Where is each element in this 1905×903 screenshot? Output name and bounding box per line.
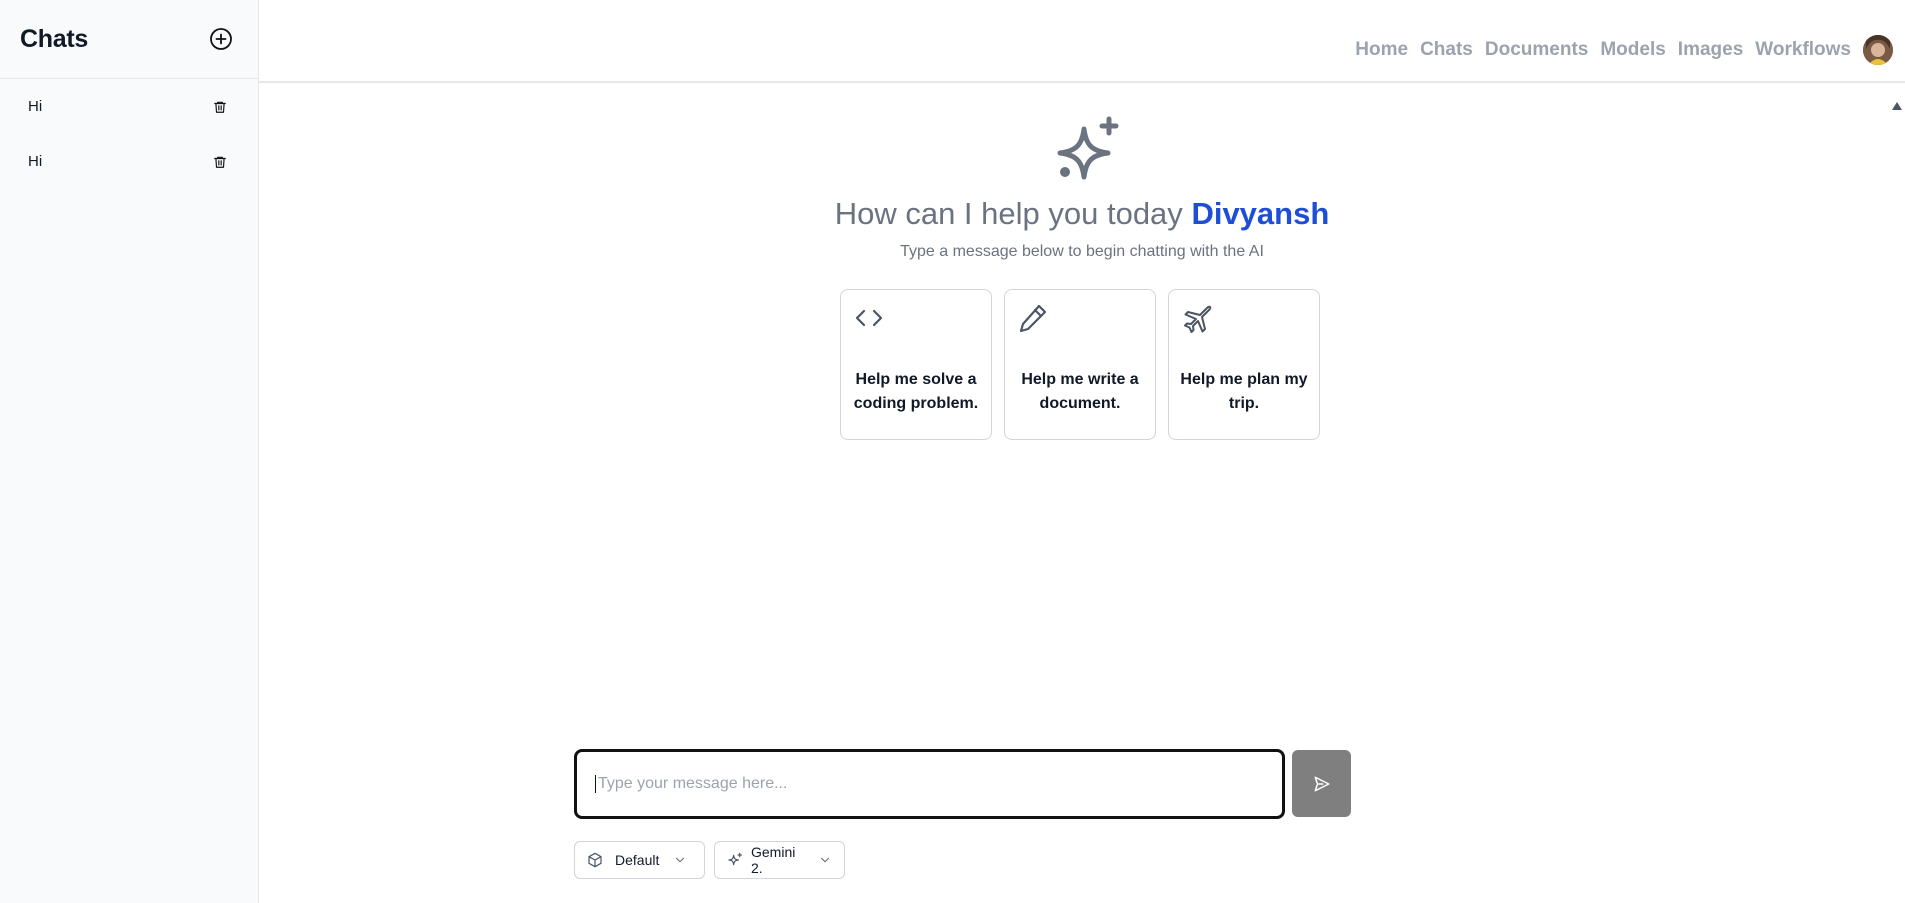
suggestion-card-document[interactable]: Help me write a document. [1004,289,1156,440]
suggestion-card-text: Help me plan my trip. [1180,371,1308,412]
chevron-down-icon [673,853,687,867]
model-select[interactable]: Gemini 2. [714,841,845,879]
new-chat-button[interactable] [208,26,234,52]
pencil-icon [1019,304,1047,333]
hero-title-text: How can I help you today [834,196,1183,231]
model-select-value: Gemini 2. [751,844,796,876]
plane-icon [1184,305,1212,333]
message-input-container [574,749,1285,819]
preset-select[interactable]: Default [574,841,705,879]
chat-item-label: Hi [28,153,43,170]
hero-title: How can I help you today Divyansh [259,196,1905,232]
cube-icon [587,852,603,868]
suggestion-card-coding[interactable]: Help me solve a coding problem. [840,289,992,440]
sparkles-icon [1057,116,1119,180]
chat-list: Hi Hi [0,79,258,189]
send-icon [1314,776,1329,791]
nav-link-documents[interactable]: Documents [1485,39,1588,61]
sidebar-title: Chats [20,24,88,53]
message-input[interactable] [595,775,1282,793]
user-avatar[interactable] [1863,34,1893,65]
chat-list-item[interactable]: Hi [0,134,258,189]
hero-subtitle: Type a message below to begin chatting w… [900,243,1264,260]
avatar-image [1863,34,1893,65]
user-name: Divyansh [1191,196,1330,231]
sidebar-header: Chats [0,0,258,79]
trash-icon [214,156,226,168]
nav-link-models[interactable]: Models [1600,39,1665,61]
send-button[interactable] [1292,750,1351,817]
suggestion-cards: Help me solve a coding problem. Help me … [840,289,1320,440]
delete-chat-button[interactable] [212,99,228,115]
nav-link-chats[interactable]: Chats [1420,39,1473,61]
preset-select-value: Default [615,852,660,868]
nav-link-home[interactable]: Home [1355,39,1408,61]
scroll-up-arrow-icon[interactable] [1892,102,1902,110]
sparkles-icon [727,852,743,868]
main-content: How can I help you today Divyansh Type a… [259,83,1905,903]
nav-link-workflows[interactable]: Workflows [1755,39,1851,61]
top-navigation: Home Chats Documents Models Images Workf… [259,0,1905,83]
delete-chat-button[interactable] [212,154,228,170]
code-icon [855,309,883,327]
chat-list-item[interactable]: Hi [0,79,258,134]
trash-icon [214,101,226,113]
suggestion-card-trip[interactable]: Help me plan my trip. [1168,289,1320,440]
chat-item-label: Hi [28,98,43,115]
suggestion-card-text: Help me write a document. [1021,371,1139,412]
chevron-down-icon [818,853,832,867]
nav-link-images[interactable]: Images [1678,39,1743,61]
plus-circle-icon [210,28,232,50]
suggestion-card-text: Help me solve a coding problem. [853,371,979,412]
chats-sidebar: Chats Hi Hi [0,0,259,903]
